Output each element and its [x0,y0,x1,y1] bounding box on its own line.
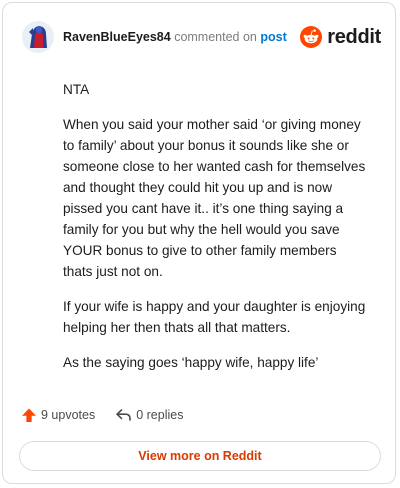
reply-arrow-icon [116,409,132,421]
byline: RavenBlueEyes84 commented on post [63,30,300,44]
comment-paragraph: As the saying goes ‘happy wife, happy li… [63,355,319,370]
view-more-button[interactable]: View more on Reddit [19,441,381,471]
reply-count: 0 replies [136,408,184,422]
reddit-wordmark: reddit [327,25,381,48]
reddit-logo[interactable]: reddit [300,26,381,49]
comment-actions: 9 upvotes 0 replies [21,407,203,423]
comment-paragraph: If your wife is happy and your daughter … [63,299,366,335]
comment-header: RavenBlueEyes84 commented on post reddit [21,17,381,57]
comment-paragraph: NTA [63,82,90,97]
user-avatar[interactable] [21,20,55,54]
embedded-comment-card: RavenBlueEyes84 commented on post reddit… [2,2,396,484]
avatar-image [21,20,55,54]
reddit-alien-icon [300,26,323,48]
post-link[interactable]: post [260,30,286,44]
comment-paragraph: When you said your mother said ‘or givin… [63,117,366,279]
upvote-button[interactable]: 9 upvotes [21,407,95,423]
upvote-arrow-icon [22,408,36,422]
username-link[interactable]: RavenBlueEyes84 [63,30,171,44]
reply-button[interactable]: 0 replies [115,407,183,423]
comment-body: NTA When you said your mother said ‘or g… [63,79,369,387]
byline-action: commented on [174,30,257,44]
upvote-count: 9 upvotes [41,408,96,422]
